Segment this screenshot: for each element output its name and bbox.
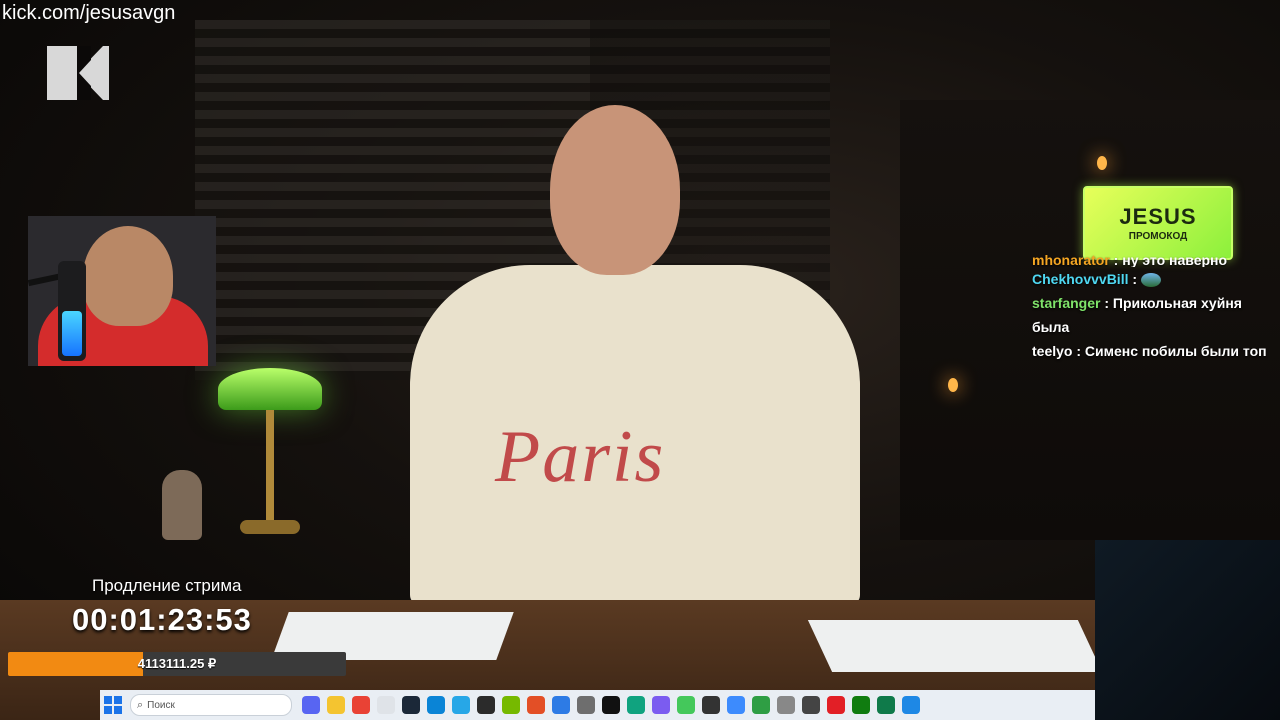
adobe-icon[interactable] xyxy=(526,696,545,714)
lamp-base xyxy=(240,520,300,534)
microphone-light xyxy=(62,311,82,356)
network-icon[interactable] xyxy=(801,696,820,714)
taskbar-search[interactable]: ⌕ Поиск xyxy=(130,694,292,716)
search-icon: ⌕ xyxy=(137,698,144,711)
taskbar: ⌕ Поиск xyxy=(100,690,1095,720)
chat-username: starfanger xyxy=(1032,295,1101,311)
capcut-icon[interactable] xyxy=(601,696,620,714)
presenter-head xyxy=(550,105,680,275)
promo-banner: JESUS ПРОМОКОД xyxy=(1083,186,1233,260)
donation-amount: 4113111.25 ₽ xyxy=(137,656,217,671)
presenter: Paris xyxy=(410,105,860,605)
browser-icon[interactable] xyxy=(651,696,670,714)
nvidia-broadcast-icon[interactable] xyxy=(676,696,695,714)
chat-text: Сименс побилы были топ xyxy=(1084,343,1267,359)
stream-extension-title: Продление стрима xyxy=(92,576,242,595)
candle-light xyxy=(948,378,958,392)
promo-code: JESUS xyxy=(1119,204,1197,229)
windows-start-icon[interactable] xyxy=(104,696,122,714)
terminal-icon[interactable] xyxy=(476,696,495,714)
chatgpt-icon[interactable] xyxy=(626,696,645,714)
promo-label: ПРОМОКОД xyxy=(1128,231,1188,242)
mail-icon[interactable] xyxy=(551,696,570,714)
globe-icon[interactable] xyxy=(776,696,795,714)
desk-paper xyxy=(807,620,1103,672)
edge-icon[interactable] xyxy=(426,696,445,714)
taskbar-icons xyxy=(298,696,923,714)
chat-message: ChekhovvvBill : xyxy=(1032,267,1272,291)
scene-corner xyxy=(1095,540,1280,720)
file-explorer-icon[interactable] xyxy=(326,696,345,714)
files-icon[interactable] xyxy=(751,696,770,714)
chat-text: ну это наверно xyxy=(1122,253,1228,267)
chat-username: ChekhovvvBill xyxy=(1032,271,1129,287)
game-icon[interactable] xyxy=(876,696,895,714)
chat-username: teelyo xyxy=(1032,343,1073,359)
chat-message: teelyo : Сименс побилы были топ xyxy=(1032,343,1267,359)
webcam-overlay xyxy=(28,216,216,366)
candle-light xyxy=(1097,156,1107,170)
stream-extension-timer: 00:01:23:53 xyxy=(72,602,252,637)
chat-username: mhonarator xyxy=(1032,253,1110,267)
emote-icon xyxy=(1140,273,1161,288)
notepad-icon[interactable] xyxy=(376,696,395,714)
lamp-pole xyxy=(266,410,274,525)
discord-icon[interactable] xyxy=(301,696,320,714)
steam-icon[interactable] xyxy=(401,696,420,714)
channel-url: kick.com/jesusavgn xyxy=(2,2,176,24)
settings-icon[interactable] xyxy=(576,696,595,714)
shirt-lettering: Paris xyxy=(495,416,666,498)
chrome-icon[interactable] xyxy=(351,696,370,714)
bust-statue xyxy=(162,470,202,540)
presenter-shirt: Paris xyxy=(410,265,860,605)
chat-overlay: mhonarator : ну это наверно ChekhovvvBil… xyxy=(1032,253,1272,363)
chat-message: mhonarator : ну это наверно xyxy=(1032,253,1228,267)
obs-icon[interactable] xyxy=(701,696,720,714)
webcam-person xyxy=(83,226,173,326)
donation-progress-bar: 4113111.25 ₽ xyxy=(8,652,346,676)
kick-logo-icon xyxy=(47,46,109,100)
photos-icon[interactable] xyxy=(901,696,920,714)
app-icon[interactable] xyxy=(726,696,745,714)
search-placeholder: Поиск xyxy=(147,699,175,711)
nvidia-icon[interactable] xyxy=(501,696,520,714)
xbox-icon[interactable] xyxy=(851,696,870,714)
telegram-icon[interactable] xyxy=(451,696,470,714)
desk-lamp xyxy=(218,368,322,410)
chat-message: starfanger : Прикольная хуйня была xyxy=(1032,295,1242,335)
record-icon[interactable] xyxy=(826,696,845,714)
